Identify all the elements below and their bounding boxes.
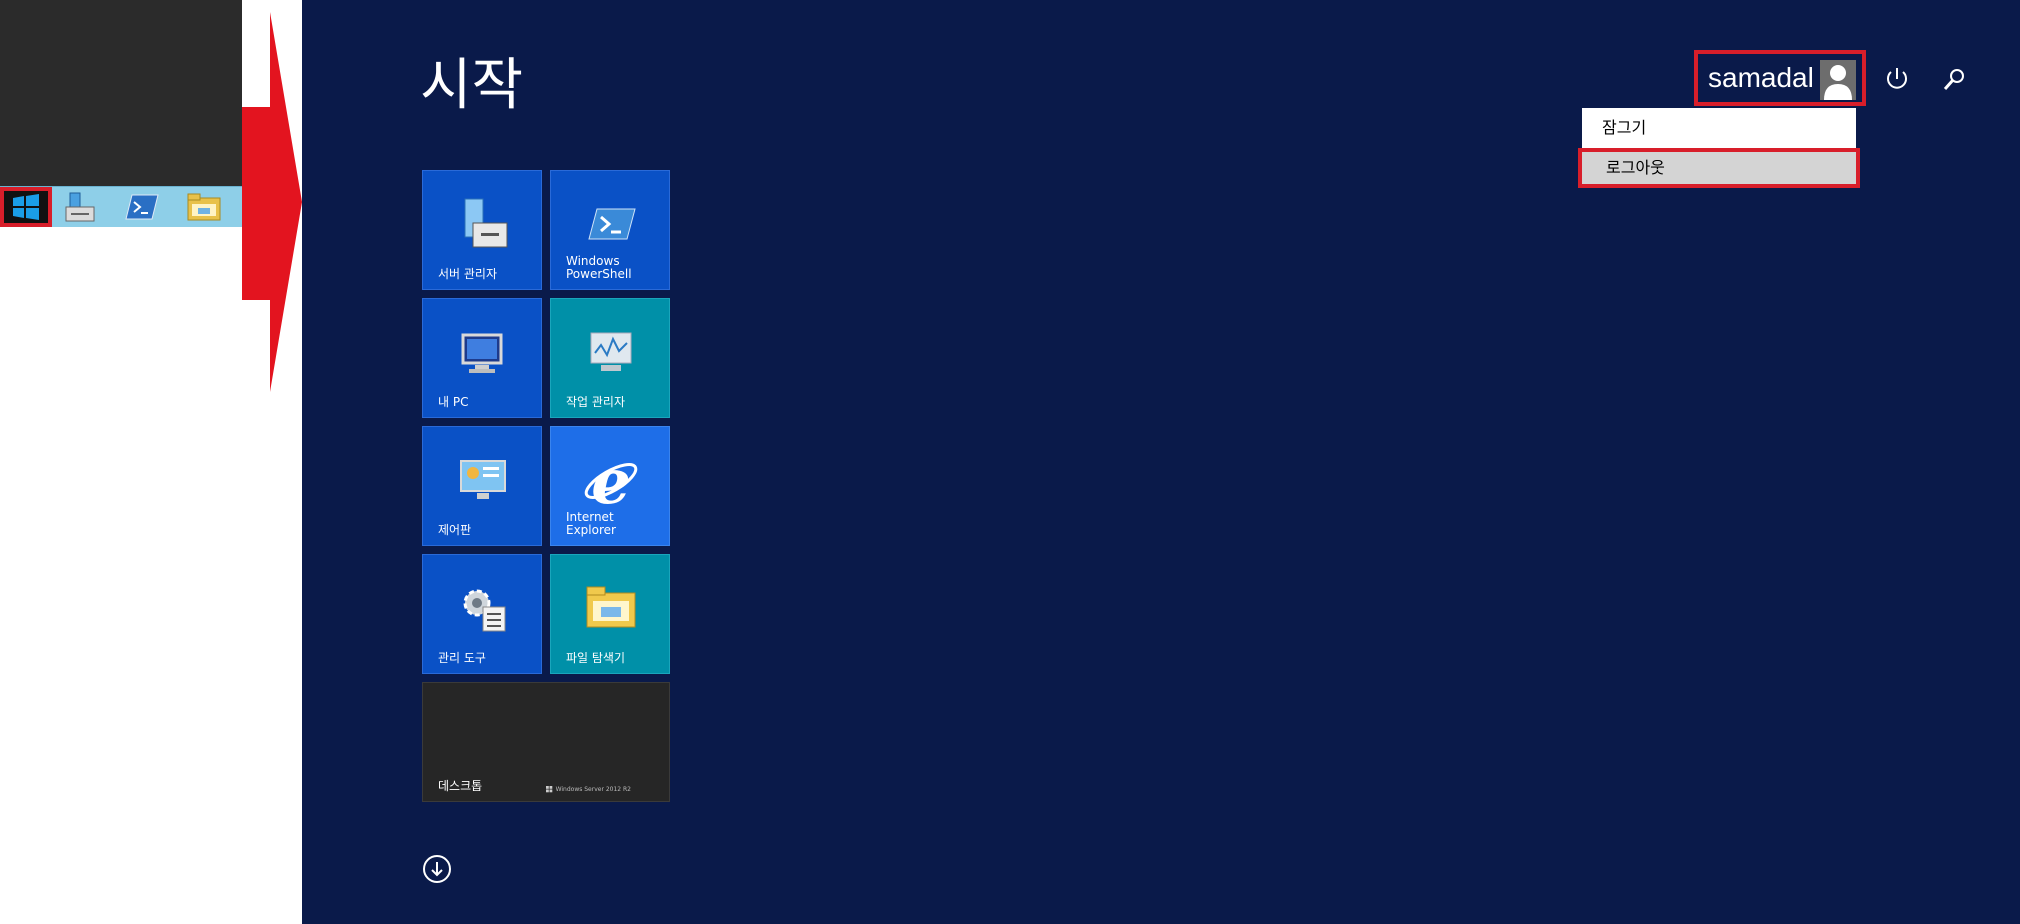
powershell-icon [588, 208, 636, 240]
user-menu: 잠그기 로그아웃 [1578, 108, 1860, 188]
admin-tools-icon [463, 589, 506, 632]
tile-label: 작업 관리자 [566, 395, 626, 409]
this-pc-icon [461, 333, 503, 373]
file-explorer-icon [586, 586, 636, 628]
taskbar [0, 186, 242, 227]
desktop-tile-caption: Windows Server 2012 R2 [545, 786, 631, 793]
tile-internet-explorer[interactable]: e Internet Explorer [550, 426, 670, 546]
tile-file-explorer[interactable]: 파일 탐색기 [550, 554, 670, 674]
task-manager-icon [590, 332, 632, 371]
svg-text:e: e [591, 451, 630, 511]
taskbar-file-explorer-button[interactable] [182, 191, 226, 223]
tile-this-pc[interactable]: 내 PC [422, 298, 542, 418]
tile-control-panel[interactable]: 제어판 [422, 426, 542, 546]
windows-logo-icon [545, 786, 552, 793]
tile-label: Internet Explorer [566, 510, 616, 537]
search-icon[interactable] [1940, 64, 1970, 94]
tile-server-manager[interactable]: 서버 관리자 [422, 170, 542, 290]
start-button[interactable] [0, 187, 52, 227]
transition-arrow [242, 12, 302, 392]
internet-explorer-icon: e [584, 451, 638, 511]
start-title: 시작 [420, 53, 524, 118]
tile-label: Windows PowerShell [566, 254, 632, 281]
taskbar-server-manager-button[interactable] [58, 191, 102, 223]
all-apps-down-arrow-icon[interactable] [422, 854, 452, 884]
menu-item-lock[interactable]: 잠그기 [1582, 108, 1856, 148]
tile-powershell[interactable]: Windows PowerShell [550, 170, 670, 290]
start-screen: 시작 samadal 잠그기 로그아웃 서버 관리자 Windows Power… [302, 0, 2020, 924]
file-explorer-icon [187, 193, 221, 221]
user-avatar-icon [1820, 60, 1856, 100]
user-name: samadal [1708, 62, 1814, 93]
tile-task-manager[interactable]: 작업 관리자 [550, 298, 670, 418]
tile-admin-tools[interactable]: 관리 도구 [422, 554, 542, 674]
tile-label: 관리 도구 [438, 651, 486, 665]
server-manager-icon [464, 198, 508, 248]
tile-label: 서버 관리자 [438, 267, 498, 281]
windows-logo-icon [13, 194, 39, 220]
tile-label: 파일 탐색기 [566, 651, 626, 665]
tile-label: 내 PC [438, 395, 469, 409]
tile-label: 제어판 [438, 523, 472, 537]
server-manager-icon [65, 192, 95, 222]
control-panel-icon [460, 460, 506, 499]
taskbar-powershell-button[interactable] [120, 191, 164, 223]
tile-desktop[interactable]: 데스크톱 Windows Server 2012 R2 [422, 682, 670, 802]
powershell-icon [125, 194, 159, 220]
power-icon[interactable] [1882, 64, 1912, 94]
menu-item-sign-out[interactable]: 로그아웃 [1578, 148, 1860, 188]
user-account-button[interactable]: samadal [1694, 50, 1866, 106]
desktop-background [0, 0, 242, 186]
